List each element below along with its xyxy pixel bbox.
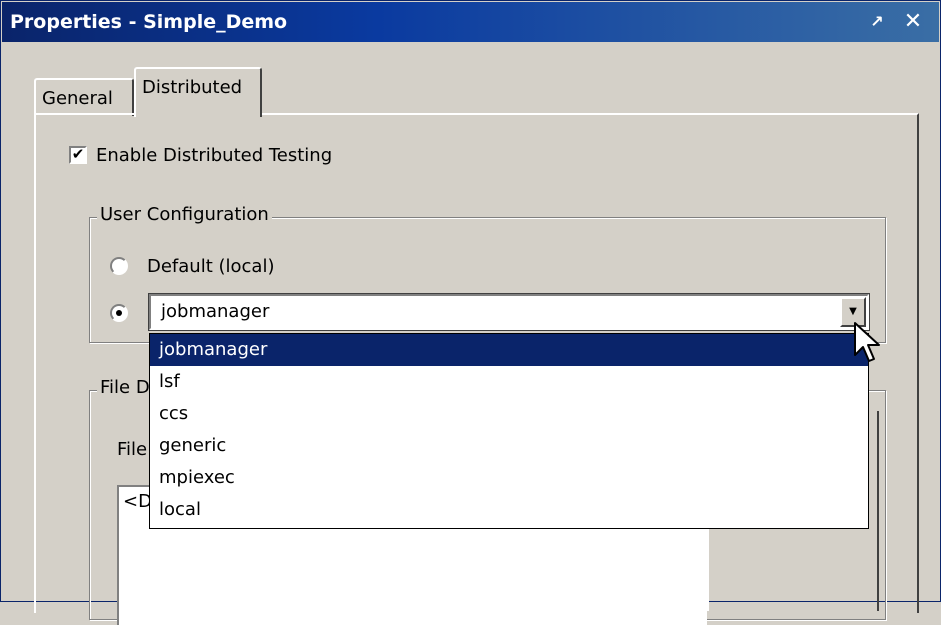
custom-config-radio[interactable] [110,304,128,322]
default-local-radio[interactable] [110,257,128,275]
dropdown-option-generic[interactable]: generic [150,430,868,462]
check-icon: ✔ [71,145,85,163]
combo-value: jobmanager [161,301,270,322]
configuration-dropdown-list[interactable]: jobmanager lsf ccs generic mpiexec local [149,333,869,529]
window-title: Properties - Simple_Demo [10,11,288,33]
close-icon[interactable]: ✕ [900,9,926,35]
dropdown-option-mpiexec[interactable]: mpiexec [150,462,868,494]
user-configuration-legend: User Configuration [97,204,272,225]
dropdown-option-lsf[interactable]: lsf [150,366,868,398]
enable-distributed-checkbox[interactable]: ✔ [69,146,87,164]
dropdown-option-ccs[interactable]: ccs [150,398,868,430]
mouse-cursor-icon [854,322,880,362]
tab-distributed-label: Distributed [142,77,243,98]
tab-general[interactable]: General [34,78,134,116]
file-list-item[interactable]: <D [123,491,152,512]
properties-window: Properties - Simple_Demo ↗ ✕ General Dis… [0,0,941,625]
tab-distributed[interactable]: Distributed [134,67,262,117]
default-local-label[interactable]: Default (local) [147,256,274,277]
dropdown-option-jobmanager[interactable]: jobmanager [150,334,868,366]
file-label: File [117,439,148,460]
title-bar[interactable]: Properties - Simple_Demo ↗ ✕ [2,2,939,42]
configuration-combo[interactable]: jobmanager ▼ [148,293,870,331]
dropdown-option-local[interactable]: local [150,494,868,526]
enable-distributed-label[interactable]: Enable Distributed Testing [96,145,332,166]
undock-icon[interactable]: ↗ [864,9,890,35]
file-group-legend: File D [97,377,153,398]
tab-general-label: General [42,88,113,109]
radio-selected-dot [116,310,122,316]
